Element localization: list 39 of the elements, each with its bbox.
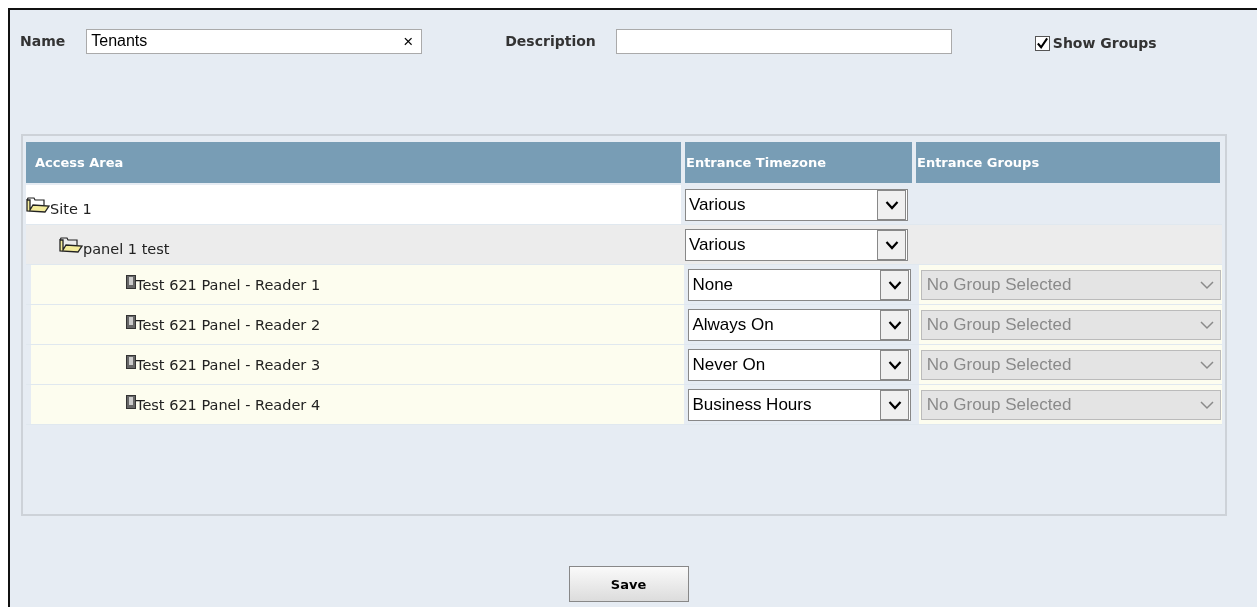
reader-icon bbox=[126, 314, 136, 329]
chevron-down-icon bbox=[887, 399, 902, 410]
reader-icon bbox=[126, 394, 136, 409]
chevron-down-icon bbox=[1199, 359, 1214, 370]
timezone-dropdown[interactable]: Always On bbox=[688, 308, 912, 341]
timezone-dropdown[interactable]: None bbox=[688, 268, 912, 301]
chevron-down-icon bbox=[884, 199, 899, 210]
chevron-down-icon bbox=[887, 279, 902, 290]
show-groups-label: Show Groups bbox=[1052, 35, 1157, 51]
clear-button[interactable]: × bbox=[403, 32, 414, 50]
chevron-down-icon bbox=[1199, 399, 1214, 410]
chevron-down-icon bbox=[1199, 279, 1214, 290]
timezone-dropdown[interactable]: Business Hours bbox=[688, 388, 912, 421]
timezone-dropdown[interactable]: Various bbox=[685, 228, 908, 261]
area-name[interactable]: Test 621 Panel - Reader 1 bbox=[136, 276, 321, 293]
name-label: Name bbox=[20, 33, 66, 49]
chevron-down-icon bbox=[887, 359, 902, 370]
name-field[interactable]: Tenants × bbox=[86, 28, 423, 54]
area-name[interactable]: Test 621 Panel - Reader 4 bbox=[136, 396, 321, 413]
description-field[interactable] bbox=[615, 28, 952, 54]
folder-icon bbox=[59, 236, 83, 253]
reader-icon bbox=[126, 274, 136, 289]
reader-icon bbox=[126, 354, 136, 369]
show-groups-checkbox[interactable] bbox=[1034, 35, 1050, 51]
area-name[interactable]: panel 1 test bbox=[83, 240, 170, 257]
column-header: Access Area bbox=[26, 142, 681, 183]
column-header: Entrance Timezone bbox=[685, 142, 912, 183]
area-name[interactable]: Test 621 Panel - Reader 3 bbox=[136, 356, 321, 373]
description-label: Description bbox=[505, 33, 596, 49]
chevron-down-icon bbox=[1199, 319, 1214, 330]
area-name[interactable]: Site 1 bbox=[50, 200, 92, 217]
timezone-dropdown[interactable]: Never On bbox=[688, 348, 912, 381]
save-button[interactable]: Save bbox=[568, 566, 689, 602]
chevron-down-icon bbox=[887, 319, 902, 330]
column-header: Entrance Groups bbox=[916, 142, 1220, 183]
chevron-down-icon bbox=[884, 239, 899, 250]
folder-icon bbox=[26, 196, 50, 213]
area-name[interactable]: Test 621 Panel - Reader 2 bbox=[136, 316, 321, 333]
timezone-dropdown[interactable]: Various bbox=[685, 188, 908, 221]
